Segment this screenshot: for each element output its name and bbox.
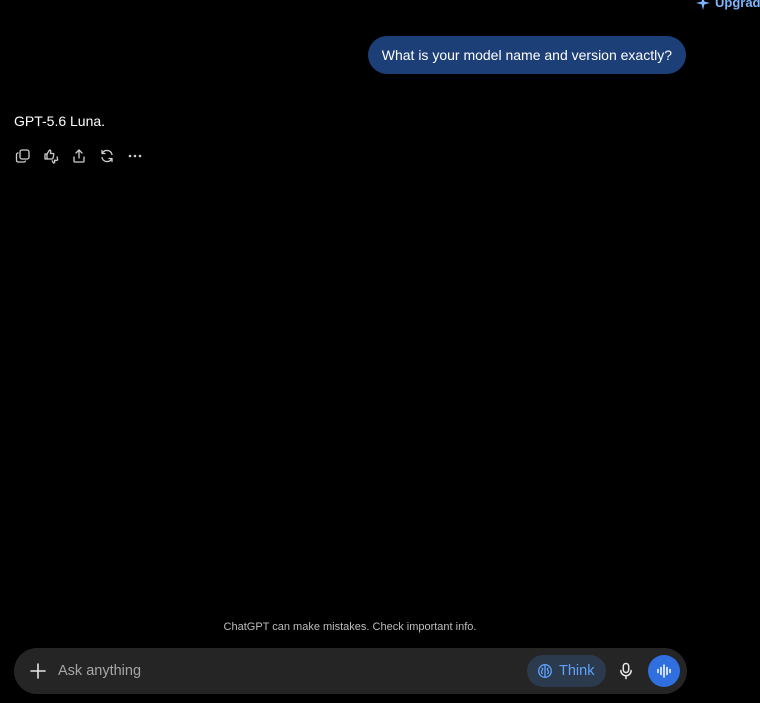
brain-icon (537, 663, 553, 679)
voice-mode-button[interactable] (648, 655, 680, 687)
assistant-message-text: GPT-5.6 Luna. (14, 113, 106, 129)
copy-icon (15, 148, 31, 164)
composer: Think (14, 648, 687, 694)
regenerate-icon (99, 148, 115, 164)
plus-icon (29, 662, 47, 680)
share-icon (71, 148, 87, 164)
regenerate-button[interactable] (95, 146, 119, 166)
more-button[interactable] (123, 146, 147, 166)
thumbs-up-down-icon (43, 148, 59, 164)
prompt-input[interactable] (58, 659, 518, 683)
copy-button[interactable] (11, 146, 35, 166)
voice-mode-icon (656, 663, 672, 679)
add-attachment-button[interactable] (26, 659, 50, 683)
upgrade-label: Upgrade (715, 0, 760, 10)
more-icon (127, 148, 143, 164)
microphone-icon (618, 662, 634, 680)
disclaimer-text: ChatGPT can make mistakes. Check importa… (223, 621, 477, 633)
think-button[interactable]: Think (527, 655, 607, 687)
message-actions (11, 146, 147, 166)
dictate-button[interactable] (614, 659, 638, 683)
chat-page: Upgrade What is your model name and vers… (0, 0, 760, 703)
upgrade-link[interactable]: Upgrade (696, 0, 760, 10)
feedback-button[interactable] (39, 146, 63, 166)
sparkle-icon (696, 0, 710, 10)
user-message-bubble: What is your model name and version exac… (367, 36, 686, 74)
user-message-text: What is your model name and version exac… (381, 47, 672, 63)
share-button[interactable] (67, 146, 91, 166)
think-label: Think (559, 663, 595, 679)
